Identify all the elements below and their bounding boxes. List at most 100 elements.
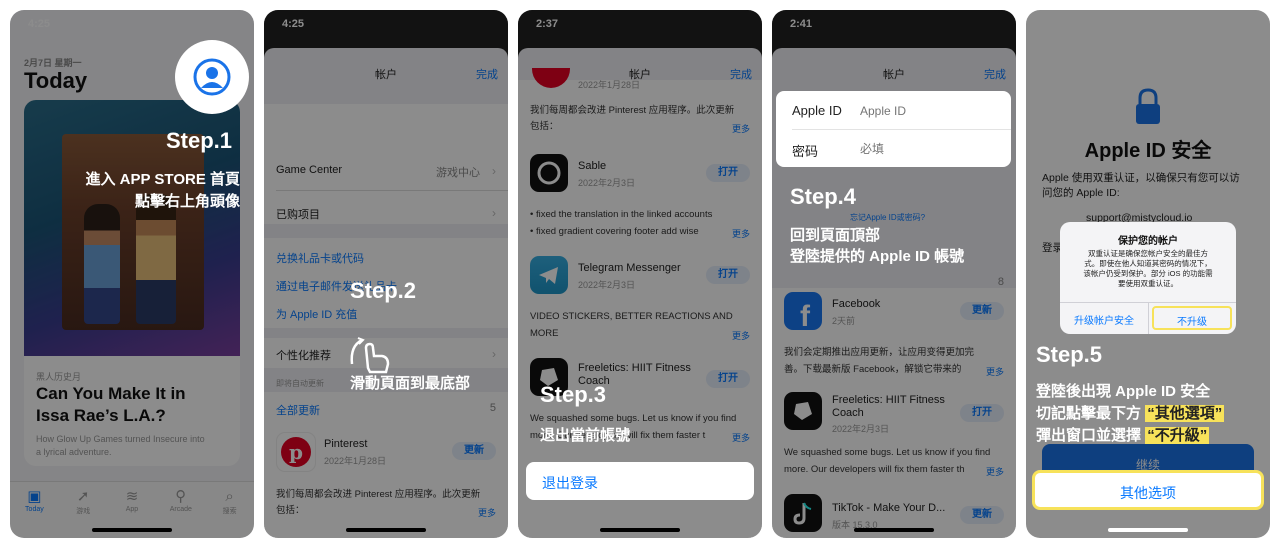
pinterest-icon [532, 68, 570, 88]
step-text-1: 回到頁面頂部 [790, 227, 881, 244]
home-indicator [346, 528, 426, 532]
app-date: 2022年1月28日 [324, 456, 387, 466]
step-text-1: 進入 APP STORE 首頁 [85, 171, 240, 188]
status-time: 2:37 [536, 18, 559, 30]
signout-button[interactable]: 退出登录 [526, 462, 754, 500]
step-label: Step.5 [1036, 342, 1103, 367]
signin-form: Apple ID 密码 [776, 91, 1011, 167]
tab-label: Today [25, 506, 44, 513]
open-button[interactable]: 打开 [706, 370, 750, 388]
app-desc: We squashed some bugs. Let us know if yo… [784, 447, 991, 458]
open-button[interactable]: 打开 [706, 266, 750, 284]
card-desc-2: a lyrical adventure. [36, 447, 112, 457]
app-name: Telegram Messenger [578, 262, 681, 274]
stack-icon: ≋ [125, 488, 139, 505]
status-time: 4:25 [28, 18, 51, 30]
joystick-icon: ⚲ [175, 488, 187, 505]
more-link[interactable]: 更多 [478, 506, 496, 519]
open-button[interactable]: 打开 [706, 164, 750, 182]
rocket-icon: ➚ [76, 488, 90, 505]
more-link[interactable]: 更多 [732, 431, 750, 444]
tab-5[interactable]: ⌕ 搜索 [210, 488, 250, 516]
update-button[interactable]: 更新 [960, 302, 1004, 320]
app-desc: • fixed the translation in the linked ac… [530, 209, 713, 220]
password-input[interactable] [858, 137, 1002, 161]
avatar-highlight[interactable] [175, 40, 249, 114]
step-text: 滑動頁面到最底部 [350, 375, 471, 392]
upcoming-label: 即将自动更新 [276, 379, 324, 388]
done-button[interactable]: 完成 [476, 66, 498, 82]
upgrade-button[interactable]: 升级帐户安全 [1060, 312, 1148, 327]
page-title: Today [24, 68, 88, 93]
count-label: 8 [997, 276, 1004, 288]
svg-text:f: f [800, 300, 811, 330]
svg-text:p: p [289, 440, 303, 464]
pin-desc-1: 我们每周都会改进 Pinterest 应用程序。此次更新 [530, 105, 735, 116]
tiktok-icon [784, 494, 822, 532]
lock-icon [1134, 88, 1162, 126]
more-link[interactable]: 更多 [986, 365, 1004, 378]
step-text-3a: 彈出窗口並選擇 [1036, 427, 1142, 444]
add-funds-link[interactable]: 为 Apple ID 充值 [276, 306, 496, 322]
more-link[interactable]: 更多 [732, 227, 750, 240]
redeem-link[interactable]: 兑换礼品卡或代码 [276, 250, 496, 266]
game-center-row[interactable]: Game Center 游戏中心 › [276, 164, 496, 179]
character-left [84, 204, 120, 324]
home-indicator [600, 528, 680, 532]
open-button[interactable]: 打开 [960, 404, 1004, 422]
apple-id-input[interactable] [858, 99, 1002, 123]
more-link[interactable]: 更多 [986, 465, 1004, 478]
tab-4[interactable]: ⚲ Arcade [161, 488, 201, 516]
update-button[interactable]: 更新 [452, 442, 496, 460]
forgot-link[interactable]: 忘记Apple ID或密码? [850, 212, 925, 223]
app-name-2: Coach [832, 407, 864, 419]
app-name: TikTok - Make Your D... [832, 502, 946, 514]
app-name: Freeletics: HIIT Fitness [832, 394, 945, 406]
app-desc: 善。下载最新版 Facebook，解锁它带来的 [784, 364, 962, 375]
today-icon: ▣ [27, 488, 42, 505]
pin-desc-2: 包括： [530, 121, 559, 132]
other-options-button[interactable]: 其他选项 [1032, 470, 1264, 510]
home-indicator [1108, 528, 1188, 532]
card-category: 黑人历史月 [36, 372, 82, 382]
status-bar: 2:41 [772, 10, 1016, 34]
done-button[interactable]: 完成 [984, 66, 1006, 82]
step-text-2: 點擊右上角頭像 [134, 193, 240, 210]
tab-1[interactable]: ▣ Today [14, 488, 54, 516]
chevron-right-icon: › [492, 164, 496, 178]
desc-2: 问您的 Apple ID: [1042, 187, 1120, 199]
character-right [136, 194, 176, 324]
step-text-1: 登陸後出現 Apple ID 安全 [1036, 383, 1211, 400]
app-desc: VIDEO STICKERS, BETTER REACTIONS AND [530, 311, 733, 322]
status-time: 4:25 [282, 18, 305, 30]
profile-row [264, 104, 508, 144]
today-card[interactable]: 黑人历史月 Can You Make It in Issa Rae’s L.A.… [24, 100, 240, 466]
game-center-label: Game Center [276, 164, 343, 176]
desc-1: Apple 使用双重认证，以确保只有您可以访 [1042, 172, 1240, 184]
app-name: Sable [578, 160, 607, 172]
app-desc-2: 包括： [276, 505, 305, 516]
no-upgrade-label: 不升级 [1177, 317, 1207, 328]
pinterest-icon: p [276, 432, 316, 472]
swipe-hand-icon [348, 334, 394, 374]
update-button[interactable]: 更新 [960, 506, 1004, 524]
purchased-row[interactable]: 已购项目 › [276, 206, 496, 222]
nav-title: 帐户 [883, 69, 905, 81]
app-date: 2022年2月3日 [578, 178, 636, 188]
step-text: 退出當前帳號 [540, 427, 631, 444]
tab-label: App [125, 506, 139, 513]
step-label: Step.3 [540, 382, 607, 407]
profile-icon[interactable] [193, 58, 231, 96]
update-all-link[interactable]: 全部更新 [276, 402, 496, 418]
panel-step-1: 4:25 2月7日 星期一 Today 黑人历史月 Can You Make I… [10, 10, 254, 538]
nav-title: 帐户 [375, 69, 397, 81]
more-link[interactable]: 更多 [732, 329, 750, 342]
facebook-icon: f [784, 292, 822, 333]
tab-3[interactable]: ≋ App [112, 488, 152, 516]
tab-2[interactable]: ➚ 游戏 [63, 488, 103, 516]
status-time: 6:50 [1044, 18, 1067, 30]
more-link[interactable]: 更多 [732, 122, 750, 135]
no-upgrade-button[interactable]: 不升级 [1152, 306, 1232, 330]
app-date: 2天前 [832, 316, 856, 326]
update-count: 5 [489, 402, 496, 414]
